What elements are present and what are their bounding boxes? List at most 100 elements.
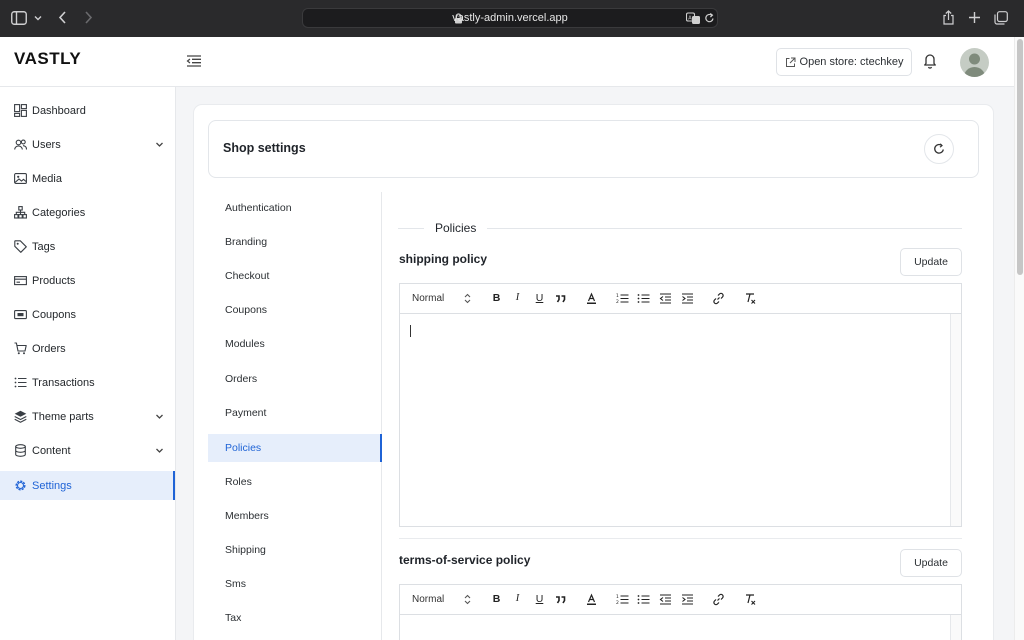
page-scrollbar[interactable] <box>1014 37 1024 640</box>
sidebar-item-label: Coupons <box>32 308 77 321</box>
tab-overview-icon[interactable] <box>994 11 1008 25</box>
bullet-list-icon[interactable] <box>637 292 650 305</box>
sidebar-item-dashboard[interactable]: Dashboard <box>0 96 175 125</box>
sidebar-item-products[interactable]: Products <box>0 266 175 295</box>
settings-menu-item-orders[interactable]: Orders <box>208 365 381 393</box>
url-text: vastly-admin.vercel.app <box>452 12 568 24</box>
sidebar-item-settings[interactable]: Settings <box>0 471 175 500</box>
settings-menu-item-modules[interactable]: Modules <box>208 330 381 358</box>
bold-icon[interactable]: B <box>490 593 503 605</box>
sidebar-item-theme-parts[interactable]: Theme parts <box>0 402 175 431</box>
sidebar-toggle-icon[interactable] <box>11 11 27 25</box>
indent-icon[interactable] <box>681 292 694 305</box>
svg-text:2: 2 <box>616 600 619 606</box>
cart-icon <box>14 342 27 355</box>
back-icon[interactable] <box>58 11 67 24</box>
reload-icon[interactable] <box>704 12 715 25</box>
settings-header: Shop settings <box>208 120 979 178</box>
format-select[interactable]: Normal <box>412 293 444 304</box>
update-button[interactable]: Update <box>900 248 962 276</box>
forward-icon[interactable] <box>84 11 93 24</box>
underline-icon[interactable]: U <box>533 292 546 304</box>
sidebar-item-categories[interactable]: Categories <box>0 198 175 227</box>
gear-icon <box>14 479 27 492</box>
refresh-button[interactable] <box>924 134 954 164</box>
text-color-icon[interactable] <box>585 292 598 305</box>
link-icon[interactable] <box>712 593 725 606</box>
settings-menu-item-authentication[interactable]: Authentication <box>208 194 381 222</box>
address-bar[interactable]: vastly-admin.vercel.app A <box>302 8 718 28</box>
settings-menu-item-payment[interactable]: Payment <box>208 399 381 427</box>
sidebar: Dashboard Users Media Categories Tags Pr… <box>0 87 176 640</box>
ordered-list-icon[interactable]: 12 <box>616 593 629 606</box>
refresh-icon <box>934 143 944 154</box>
chevron-down-icon[interactable] <box>34 14 42 22</box>
settings-menu-item-roles[interactable]: Roles <box>208 468 381 496</box>
database-icon <box>14 444 27 457</box>
new-tab-icon[interactable] <box>968 11 981 24</box>
layers-icon <box>14 410 27 423</box>
share-icon[interactable] <box>942 10 955 25</box>
sidebar-item-orders[interactable]: Orders <box>0 334 175 363</box>
settings-menu-item-policies[interactable]: Policies <box>208 434 382 462</box>
editor-content[interactable] <box>400 615 961 640</box>
sidebar-item-tags[interactable]: Tags <box>0 232 175 261</box>
divider <box>487 228 962 229</box>
avatar[interactable] <box>960 48 989 77</box>
editor-content[interactable] <box>400 314 961 526</box>
settings-menu-item-members[interactable]: Members <box>208 502 381 530</box>
chevron-down-icon[interactable] <box>155 412 164 421</box>
indent-icon[interactable] <box>681 593 694 606</box>
page-scrollbar-thumb[interactable] <box>1017 39 1023 275</box>
settings-menu-item-tax[interactable]: Tax <box>208 604 381 632</box>
editor-scrollbar[interactable] <box>950 314 961 526</box>
sidebar-item-media[interactable]: Media <box>0 164 175 193</box>
outdent-icon[interactable] <box>659 593 672 606</box>
sidebar-item-coupons[interactable]: Coupons <box>0 300 175 329</box>
logo: VASTLY <box>14 49 82 68</box>
open-store-button[interactable]: Open store: ctechkey <box>776 48 912 76</box>
select-arrows-icon <box>464 594 471 605</box>
editor-scrollbar[interactable] <box>950 615 961 640</box>
sidebar-item-transactions[interactable]: Transactions <box>0 368 175 397</box>
settings-menu-item-coupons[interactable]: Coupons <box>208 296 381 324</box>
italic-icon[interactable]: I <box>511 292 524 303</box>
products-icon <box>14 274 27 287</box>
bold-icon[interactable]: B <box>490 292 503 304</box>
sidebar-item-label: Content <box>32 444 71 457</box>
settings-menu-item-shipping[interactable]: Shipping <box>208 536 381 564</box>
format-select[interactable]: Normal <box>412 594 444 605</box>
clear-format-icon[interactable] <box>744 292 757 305</box>
update-button[interactable]: Update <box>900 549 962 577</box>
ordered-list-icon[interactable]: 12 <box>616 292 629 305</box>
outdent-icon[interactable] <box>659 292 672 305</box>
sidebar-item-label: Dashboard <box>32 104 86 117</box>
sidebar-item-content[interactable]: Content <box>0 436 175 465</box>
chevron-down-icon[interactable] <box>155 446 164 455</box>
bullet-list-icon[interactable] <box>637 593 650 606</box>
bell-icon[interactable] <box>922 52 938 69</box>
underline-icon[interactable]: U <box>533 593 546 605</box>
sidebar-item-users[interactable]: Users <box>0 130 175 159</box>
policy-title: terms-of-service policy <box>399 553 531 567</box>
page-title: Shop settings <box>223 141 306 155</box>
dashboard-icon <box>14 104 27 117</box>
select-arrows-icon <box>464 293 471 304</box>
list-icon <box>14 376 27 389</box>
blockquote-icon[interactable] <box>554 593 567 606</box>
text-color-icon[interactable] <box>585 593 598 606</box>
link-icon[interactable] <box>712 292 725 305</box>
collapse-menu-icon[interactable] <box>186 53 202 69</box>
blockquote-icon[interactable] <box>554 292 567 305</box>
settings-menu-item-checkout[interactable]: Checkout <box>208 262 381 290</box>
editor-toolbar: Normal B I U 12 <box>400 284 961 314</box>
open-store-label: Open store: ctechkey <box>799 56 904 68</box>
chevron-down-icon[interactable] <box>155 140 164 149</box>
italic-icon[interactable]: I <box>511 593 524 604</box>
translate-icon[interactable]: A <box>686 12 701 25</box>
settings-menu-item-branding[interactable]: Branding <box>208 228 381 256</box>
settings-menu-item-sms[interactable]: Sms <box>208 570 381 598</box>
sidebar-item-label: Orders <box>32 342 66 355</box>
policy-title: shipping policy <box>399 252 488 266</box>
clear-format-icon[interactable] <box>744 593 757 606</box>
